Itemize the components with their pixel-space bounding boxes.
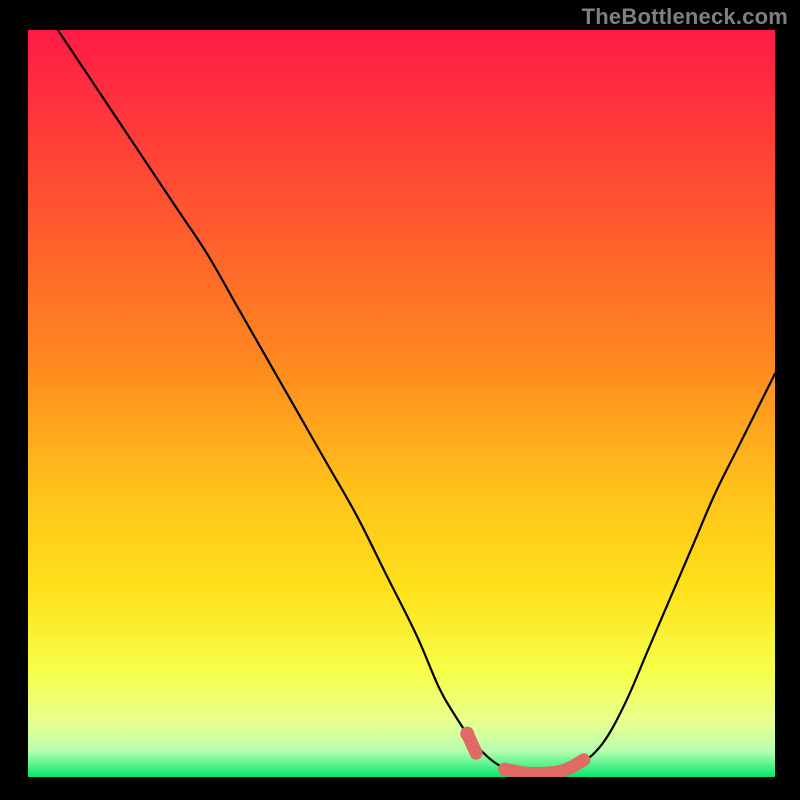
chart-area: [28, 30, 775, 777]
gradient-background: [28, 30, 775, 777]
highlight-dot: [460, 727, 474, 741]
attribution-text: TheBottleneck.com: [582, 4, 788, 30]
chart-svg: [28, 30, 775, 777]
